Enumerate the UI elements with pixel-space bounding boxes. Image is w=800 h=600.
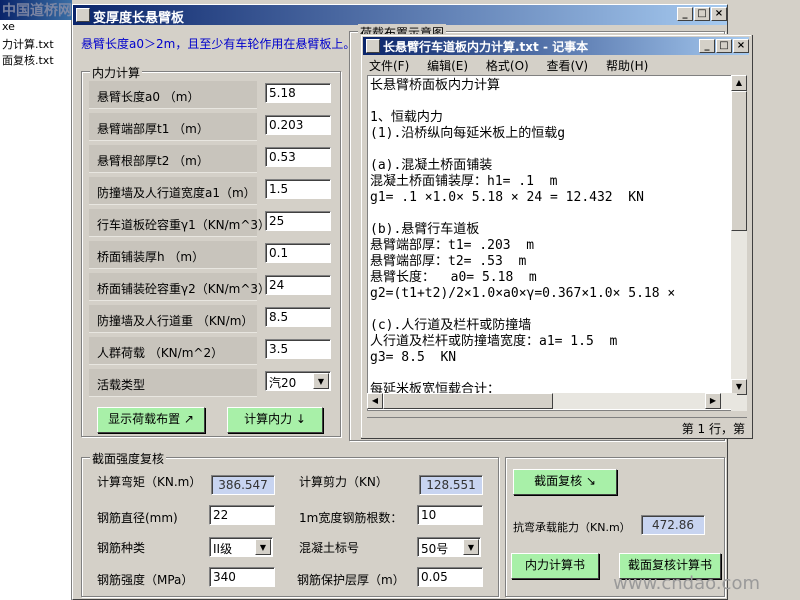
notepad-maximize-button[interactable]: □ bbox=[716, 39, 732, 53]
field-label: 悬臂端部厚t1 （m） bbox=[97, 122, 209, 136]
root-thickness-input[interactable]: 0.53 bbox=[265, 147, 331, 167]
field-label: 桥面铺装厚h （m） bbox=[97, 250, 205, 264]
close-button[interactable]: × bbox=[711, 7, 727, 21]
load-type-value: 汽20 bbox=[269, 376, 297, 390]
menu-view[interactable]: 查看(V) bbox=[547, 59, 589, 73]
field-label: 行车道板砼容重γ1（KN/m^3） bbox=[97, 218, 271, 232]
app-icon bbox=[76, 8, 90, 22]
chevron-down-icon[interactable]: ▼ bbox=[255, 539, 271, 555]
menu-format[interactable]: 格式(O) bbox=[486, 59, 529, 73]
watermark-url: www.cndao.com bbox=[613, 573, 760, 594]
notepad-close-button[interactable]: × bbox=[733, 39, 749, 53]
strength-label: 钢筋强度（MPa） bbox=[97, 573, 194, 587]
menu-file[interactable]: 文件(F) bbox=[369, 59, 409, 73]
notepad-titlebar[interactable]: 长悬臂行车道板内力计算.txt - 记事本 _ □ × bbox=[363, 37, 749, 55]
watermark-logo: 中国道桥网 bbox=[2, 3, 72, 19]
background-list-item[interactable]: xe bbox=[2, 20, 15, 33]
capacity-label: 抗弯承载能力（KN.m） bbox=[513, 521, 631, 534]
menu-edit[interactable]: 编辑(E) bbox=[427, 59, 468, 73]
field-label: 防撞墙及人行道宽度a1（m） bbox=[97, 186, 256, 200]
concrete-grade-value: 50号 bbox=[421, 542, 449, 556]
main-titlebar[interactable]: 变厚度长悬臂板 _ □ × bbox=[73, 5, 727, 26]
concrete-grade-select[interactable]: 50号 ▼ bbox=[417, 537, 481, 557]
field-label: 人群荷载 （KN/m^2） bbox=[97, 346, 224, 360]
notepad-menubar: 文件(F) 编辑(E) 格式(O) 查看(V) 帮助(H) bbox=[369, 57, 662, 75]
notepad-minimize-button[interactable]: _ bbox=[699, 39, 715, 53]
deck-density-input[interactable]: 25 bbox=[265, 211, 331, 231]
moment-value: 386.547 bbox=[211, 475, 275, 495]
scroll-left-icon[interactable]: ◀ bbox=[367, 393, 383, 409]
hscroll-thumb[interactable] bbox=[383, 393, 553, 409]
field-label: 桥面铺装砼容重γ2（KN/m^3） bbox=[97, 282, 271, 296]
rebar-cover-input[interactable]: 0.05 bbox=[417, 567, 483, 587]
scroll-thumb[interactable] bbox=[731, 91, 747, 231]
load-type-label: 活载类型 bbox=[97, 378, 146, 392]
notepad-window: 长悬臂行车道板内力计算.txt - 记事本 _ □ × 文件(F) 编辑(E) … bbox=[360, 34, 752, 438]
shear-value: 128.551 bbox=[419, 475, 483, 495]
scroll-right-icon[interactable]: ▶ bbox=[705, 393, 721, 409]
steel-type-label: 钢筋种类 bbox=[97, 541, 146, 555]
capacity-value: 472.86 bbox=[641, 515, 705, 535]
pavement-thickness-input[interactable]: 0.1 bbox=[265, 243, 331, 263]
force-report-button[interactable]: 内力计算书 bbox=[511, 553, 599, 579]
load-type-select[interactable]: 汽20 ▼ bbox=[265, 371, 331, 391]
section-check-group-title: 截面强度复核 bbox=[90, 450, 167, 467]
notepad-title: 长悬臂行车道板内力计算.txt - 记事本 bbox=[383, 40, 589, 54]
window-title: 变厚度长悬臂板 bbox=[93, 11, 185, 26]
field-label: 悬臂根部厚t2 （m） bbox=[97, 154, 209, 168]
status-bar: 第 1 行，第 bbox=[367, 417, 747, 436]
background-window: xe 力计算.txt 面复核.txt bbox=[0, 0, 72, 600]
cover-label: 钢筋保护层厚（m） bbox=[297, 573, 405, 587]
steel-type-select[interactable]: II级 ▼ bbox=[209, 537, 273, 557]
inner-force-group-title: 内力计算 bbox=[90, 64, 143, 81]
count-label: 1m宽度钢筋根数： bbox=[299, 511, 403, 525]
rebar-diameter-input[interactable]: 22 bbox=[209, 505, 275, 525]
barrier-weight-input[interactable]: 8.5 bbox=[265, 307, 331, 327]
concrete-label: 混凝土标号 bbox=[299, 541, 360, 555]
menu-help[interactable]: 帮助(H) bbox=[606, 59, 648, 73]
maximize-button[interactable]: □ bbox=[694, 7, 710, 21]
notepad-text-area[interactable]: 长悬臂桥面板内力计算 1、恒载内力 (1).沿桥纵向每延米板上的恒载g (a).… bbox=[367, 75, 737, 411]
vertical-scrollbar[interactable]: ▲ ▼ bbox=[731, 75, 747, 411]
hint-text: 悬臂长度a0＞2m，且至少有车轮作用在悬臂板上。 bbox=[81, 37, 356, 51]
calculate-force-button[interactable]: 计算内力 ↓ bbox=[227, 407, 323, 433]
status-position: 第 1 行，第 bbox=[681, 422, 745, 436]
moment-label: 计算弯矩（KN.m） bbox=[97, 475, 202, 489]
field-label: 悬臂长度a0 （m） bbox=[97, 90, 200, 104]
section-check-button[interactable]: 截面复核 ↘ bbox=[513, 469, 617, 495]
horizontal-scrollbar[interactable]: ◀ ▶ bbox=[367, 393, 737, 409]
background-list-item[interactable]: 面复核.txt bbox=[2, 52, 54, 68]
minimize-button[interactable]: _ bbox=[677, 7, 693, 21]
cantilever-length-input[interactable]: 5.18 bbox=[265, 83, 331, 103]
chevron-down-icon[interactable]: ▼ bbox=[313, 373, 329, 389]
show-load-layout-button[interactable]: 显示荷载布置 ↗ bbox=[97, 407, 205, 433]
crowd-load-input[interactable]: 3.5 bbox=[265, 339, 331, 359]
shear-label: 计算剪力（KN） bbox=[299, 475, 388, 489]
background-list-item[interactable]: 力计算.txt bbox=[2, 36, 54, 52]
diameter-label: 钢筋直径(mm) bbox=[97, 511, 178, 525]
rebar-count-input[interactable]: 10 bbox=[417, 505, 483, 525]
chevron-down-icon[interactable]: ▼ bbox=[463, 539, 479, 555]
rebar-strength-input[interactable]: 340 bbox=[209, 567, 275, 587]
tip-thickness-input[interactable]: 0.203 bbox=[265, 115, 331, 135]
pavement-density-input[interactable]: 24 bbox=[265, 275, 331, 295]
field-label: 防撞墙及人行道重 （KN/m） bbox=[97, 314, 254, 328]
barrier-width-input[interactable]: 1.5 bbox=[265, 179, 331, 199]
scroll-up-icon[interactable]: ▲ bbox=[731, 75, 747, 91]
steel-type-value: II级 bbox=[213, 542, 233, 556]
notepad-icon bbox=[366, 39, 380, 53]
notepad-content: 长悬臂桥面板内力计算 1、恒载内力 (1).沿桥纵向每延米板上的恒载g (a).… bbox=[370, 78, 676, 397]
